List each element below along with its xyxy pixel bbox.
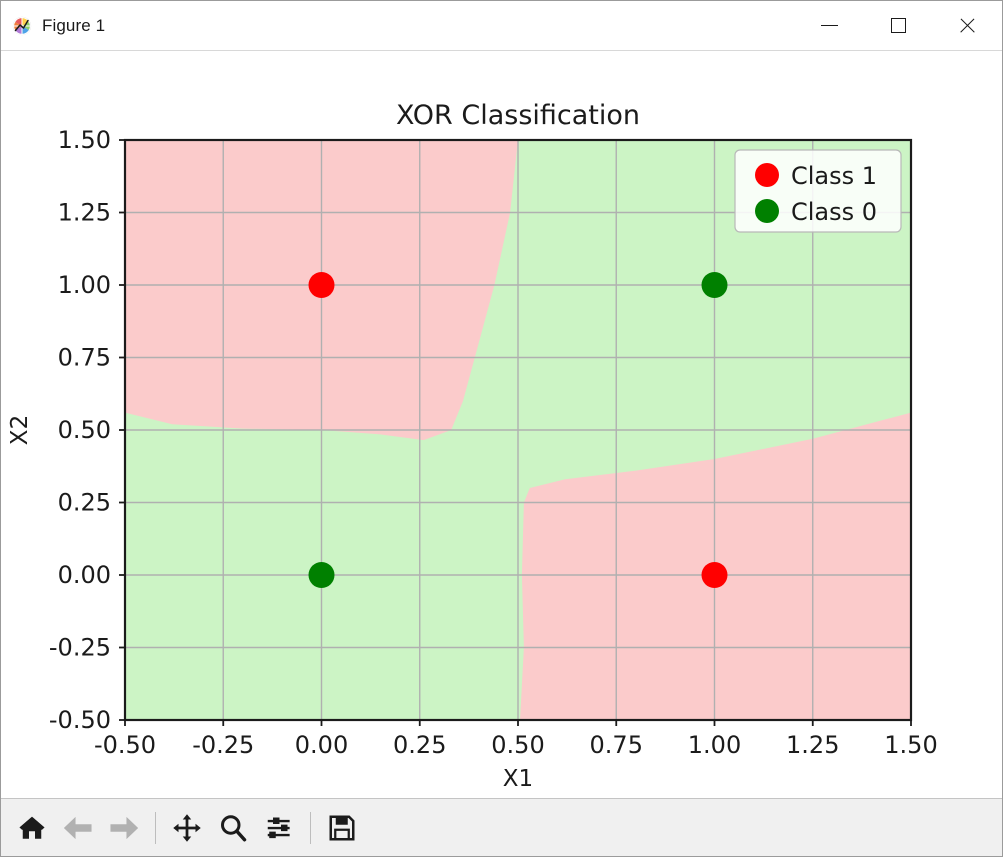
data-point-class-1 bbox=[701, 562, 728, 588]
x-tick-label: -0.50 bbox=[94, 731, 156, 759]
legend-marker-0 bbox=[755, 163, 779, 187]
legend-marker-1 bbox=[755, 199, 779, 223]
maximize-button[interactable] bbox=[864, 1, 933, 50]
title-bar: Figure 1 bbox=[1, 1, 1002, 51]
matplotlib-icon bbox=[12, 16, 32, 36]
data-point-class-0 bbox=[308, 562, 335, 588]
minimize-icon bbox=[821, 25, 838, 26]
x-tick-label: 1.25 bbox=[786, 731, 839, 759]
zoom-icon bbox=[220, 814, 247, 841]
window-title: Figure 1 bbox=[42, 15, 106, 35]
figure-canvas[interactable]: -0.50 -0.25 0.00 0.25 0.50 0.75 1.00 1.25 1.50 -0… bbox=[1, 51, 1002, 798]
toolbar-separator-2 bbox=[310, 811, 311, 844]
minimize-button[interactable] bbox=[795, 1, 864, 50]
x-tick-label: 1.50 bbox=[884, 731, 937, 759]
y-tick-label: 0.75 bbox=[58, 344, 111, 372]
pan-button[interactable] bbox=[164, 805, 210, 851]
legend-label-0: Class 1 bbox=[791, 162, 877, 190]
forward-arrow-icon bbox=[110, 816, 139, 839]
pan-icon bbox=[173, 813, 201, 842]
legend-label-1: Class 0 bbox=[791, 198, 877, 226]
y-tick-label: 0.50 bbox=[58, 416, 111, 444]
maximize-icon bbox=[891, 18, 906, 33]
navigation-toolbar bbox=[1, 798, 1002, 856]
y-tick-label: 0.00 bbox=[58, 561, 111, 589]
y-tick-label: -0.25 bbox=[49, 634, 111, 662]
x-tick-label: 0.50 bbox=[491, 731, 544, 759]
zoom-button[interactable] bbox=[210, 805, 256, 851]
configure-subplots-button[interactable] bbox=[256, 805, 302, 851]
data-point-class-0 bbox=[701, 272, 728, 298]
x-tick-label: 1.00 bbox=[688, 731, 741, 759]
toolbar-separator-1 bbox=[155, 811, 156, 844]
y-tick-label: 1.00 bbox=[58, 271, 111, 299]
xor-classification-plot[interactable]: -0.50 -0.25 0.00 0.25 0.50 0.75 1.00 1.25 1.50 -0… bbox=[1, 51, 1002, 798]
y-axis-label: X2 bbox=[7, 415, 33, 445]
x-tick-label: 0.00 bbox=[295, 731, 348, 759]
y-tick-label: -0.50 bbox=[49, 706, 111, 734]
back-button[interactable] bbox=[55, 805, 101, 851]
figure-window: Figure 1 -0.50 -0.25 0.00 0.25 0.50 0.75 1.00 1… bbox=[0, 0, 1003, 857]
y-tick-label: 1.25 bbox=[58, 199, 111, 227]
data-point-class-1 bbox=[308, 272, 335, 298]
x-tick-label: 0.25 bbox=[393, 731, 446, 759]
legend: Class 1 Class 0 bbox=[734, 149, 902, 233]
configure-subplots-icon bbox=[267, 817, 290, 838]
x-axis-label: X1 bbox=[503, 766, 533, 792]
home-button[interactable] bbox=[9, 805, 55, 851]
window-controls bbox=[795, 1, 1002, 50]
x-tick-label: 0.75 bbox=[590, 731, 643, 759]
home-icon bbox=[19, 816, 45, 839]
save-icon bbox=[329, 815, 355, 840]
close-icon bbox=[958, 16, 977, 35]
forward-button[interactable] bbox=[101, 805, 147, 851]
save-button[interactable] bbox=[319, 805, 365, 851]
back-arrow-icon bbox=[63, 816, 92, 839]
y-tick-label: 1.50 bbox=[58, 126, 111, 154]
x-tick-label: -0.25 bbox=[192, 731, 254, 759]
close-button[interactable] bbox=[933, 1, 1002, 50]
plot-title: XOR Classification bbox=[396, 100, 640, 131]
y-tick-label: 0.25 bbox=[58, 489, 111, 517]
